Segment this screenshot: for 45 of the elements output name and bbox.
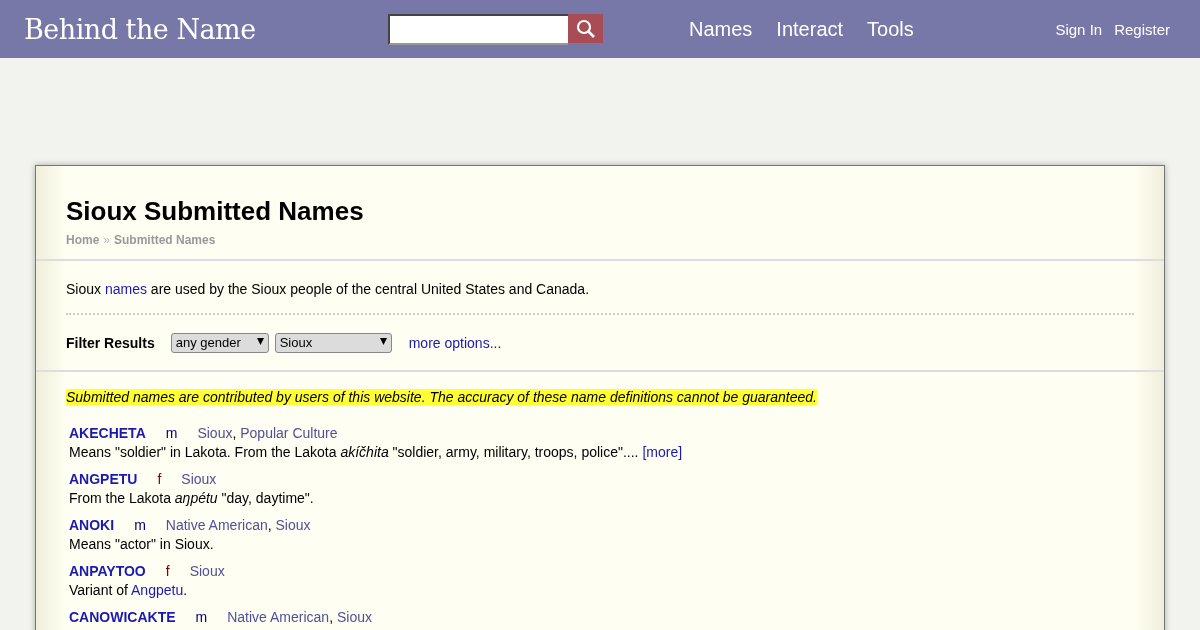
name-link[interactable]: ANGPETU xyxy=(69,471,138,487)
usage-link[interactable]: Popular Culture xyxy=(240,425,338,441)
usage-separator: , xyxy=(329,609,334,625)
breadcrumb-separator: » xyxy=(103,233,111,247)
search-icon xyxy=(575,18,596,39)
usage-link[interactable]: Native American xyxy=(227,609,330,625)
gender-label: f xyxy=(157,471,162,487)
caret-icon xyxy=(379,337,387,345)
name-link[interactable]: names xyxy=(104,281,147,297)
nav-link[interactable]: Names xyxy=(689,17,753,41)
nav-link[interactable]: Interact xyxy=(776,17,844,41)
caret-icon xyxy=(256,337,264,345)
name-link[interactable]: CANOWICAKTE xyxy=(69,609,176,625)
usage-link[interactable]: Native American xyxy=(165,517,268,533)
filter-dropdown[interactable]: Sioux xyxy=(274,332,392,353)
usage-link[interactable]: Sioux xyxy=(189,563,225,579)
account-link[interactable]: Register xyxy=(1114,20,1170,38)
gender-label: m xyxy=(134,517,146,533)
name-definition: Variant of Angpetu. xyxy=(69,581,189,600)
filter-label: Filter Results xyxy=(66,334,155,351)
more-options-link[interactable]: more options... xyxy=(408,334,502,351)
gender-label: f xyxy=(165,563,170,579)
disclaimer-notice: Submitted names are contributed by users of this website. The accuracy of these name definitions cannot be guaranteed. xyxy=(66,389,817,405)
page-title: Sioux Submitted Names xyxy=(66,196,365,227)
gender-label: m xyxy=(195,609,208,625)
name-definition: Means "actor" in Sioux. xyxy=(69,535,215,554)
site-logo[interactable]: Behind the Name xyxy=(24,13,364,45)
usage-link[interactable]: Sioux xyxy=(336,609,372,625)
search-field[interactable] xyxy=(388,13,568,45)
filter-dropdown[interactable]: any gender xyxy=(170,332,269,353)
name-definition: From the Lakota aŋpétu "day, daytime". xyxy=(69,489,315,508)
usage-link[interactable]: Sioux xyxy=(275,517,311,533)
nav-link[interactable]: Tools xyxy=(867,17,914,41)
account-link[interactable]: Sign In xyxy=(1055,20,1103,38)
name-link[interactable]: [more] xyxy=(642,444,683,460)
intro-text: Sioux names are used by the Sioux people of the central United States and Canada. xyxy=(66,281,1134,315)
name-definition: Means "soldier" in Lakota. From the Lakota akíčhita "soldier, army, military, troops, police".... [more] xyxy=(69,443,684,462)
name-link[interactable]: AKECHETA xyxy=(69,425,146,441)
usage-separator: , xyxy=(232,425,237,441)
usage-link[interactable]: Sioux xyxy=(181,471,217,487)
gender-label: m xyxy=(165,425,178,441)
name-link[interactable]: ANPAYTOO xyxy=(69,563,146,579)
search-button[interactable] xyxy=(568,14,603,43)
usage-separator: , xyxy=(267,517,272,533)
name-link[interactable]: ANOKI xyxy=(69,517,115,533)
